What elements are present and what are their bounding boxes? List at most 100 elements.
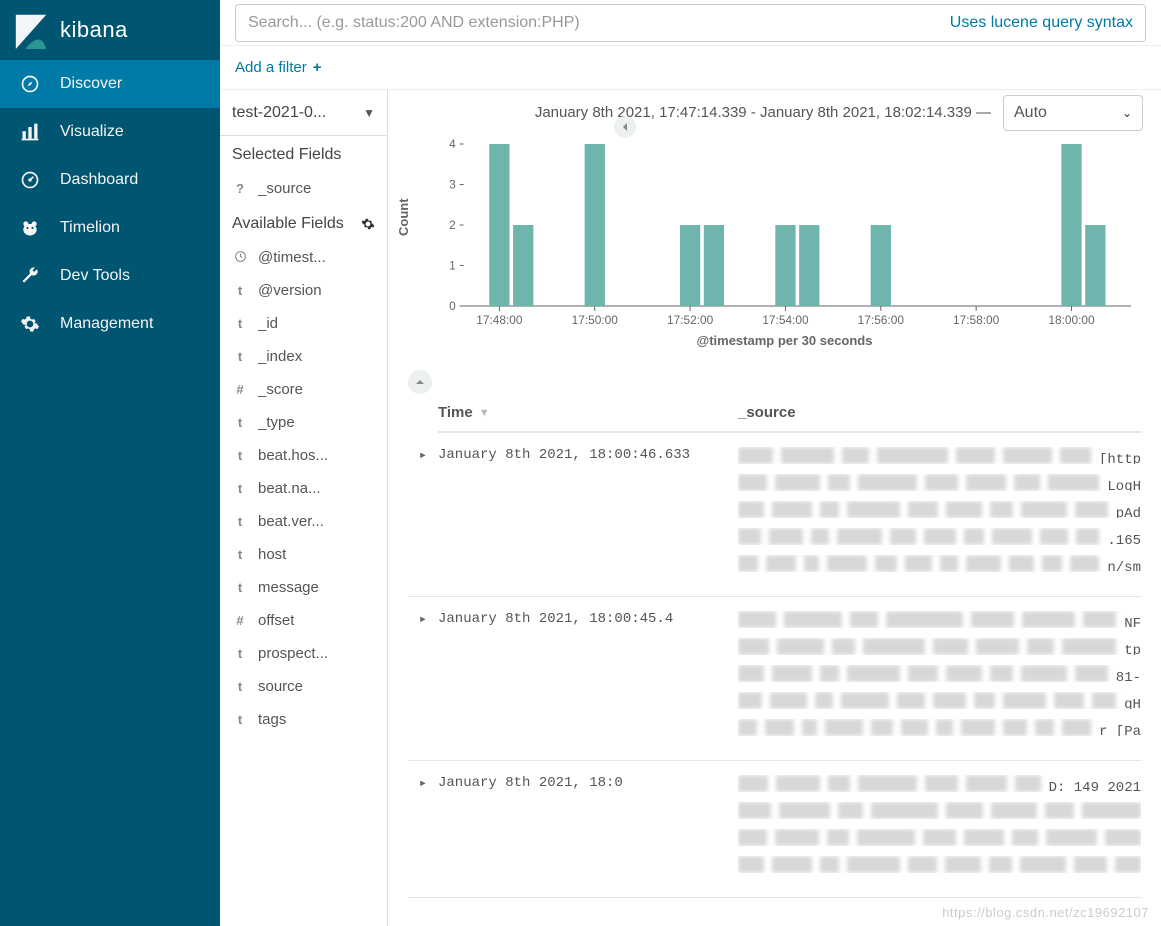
field-name: tags	[258, 711, 286, 728]
sidebar-item-timelion[interactable]: Timelion	[0, 204, 220, 252]
logo-area: kibana	[0, 0, 220, 60]
histogram-chart[interactable]: Count 0123417:48:0017:50:0017:52:0017:54…	[388, 136, 1161, 366]
sidebar-item-dev-tools[interactable]: Dev Tools	[0, 252, 220, 300]
sidebar-item-label: Management	[60, 315, 153, 333]
plus-icon: +	[313, 59, 322, 76]
field-item[interactable]: #_score	[220, 373, 387, 406]
field-item[interactable]: tsource	[220, 670, 387, 703]
field-item[interactable]: t_id	[220, 307, 387, 340]
row-source: NFtp81-gHr [Pa	[738, 611, 1141, 746]
field-name: _source	[258, 180, 311, 197]
field-type-icon: t	[232, 712, 248, 727]
gear-icon	[20, 314, 40, 334]
watermark-text: https://blog.csdn.net/zc19692107	[942, 905, 1149, 920]
field-name: prospect...	[258, 645, 328, 662]
table-header: Time ▼ _source	[438, 394, 1141, 433]
row-source: D: 149 2021	[738, 775, 1141, 883]
svg-text:2: 2	[449, 218, 456, 232]
svg-text:17:48:00: 17:48:00	[476, 313, 523, 327]
field-item[interactable]: ?_source	[220, 172, 387, 205]
time-range-row: January 8th 2021, 17:47:14.339 - January…	[388, 90, 1161, 136]
field-item[interactable]: tbeat.na...	[220, 472, 387, 505]
field-type-icon: t	[232, 316, 248, 331]
sidebar-item-label: Discover	[60, 75, 122, 93]
sidebar-item-label: Visualize	[60, 123, 124, 141]
interval-select[interactable]: Auto ⌄	[1003, 95, 1143, 131]
field-type-icon: t	[232, 679, 248, 694]
field-name: _type	[258, 414, 295, 431]
field-type-icon: t	[232, 580, 248, 595]
row-time: January 8th 2021, 18:0	[438, 775, 738, 883]
field-item[interactable]: tmessage	[220, 571, 387, 604]
field-name: beat.na...	[258, 480, 321, 497]
column-source[interactable]: _source	[738, 404, 1141, 421]
y-axis-label: Count	[396, 198, 411, 236]
field-item[interactable]: tbeat.ver...	[220, 505, 387, 538]
expand-row-button[interactable]: ▸	[408, 611, 438, 746]
field-type-icon: t	[232, 448, 248, 463]
field-type-icon: t	[232, 646, 248, 661]
sidebar-item-label: Dev Tools	[60, 267, 130, 285]
field-name: beat.ver...	[258, 513, 324, 530]
svg-text:3: 3	[449, 177, 456, 191]
chevron-down-icon: ⌄	[1122, 106, 1132, 120]
results-panel: January 8th 2021, 17:47:14.339 - January…	[388, 90, 1161, 926]
time-range-text: January 8th 2021, 17:47:14.339 - January…	[535, 104, 991, 121]
available-fields-title: Available Fields	[232, 215, 344, 233]
index-pattern-selector[interactable]: test-2021-0... ▼	[220, 90, 387, 136]
row-time: January 8th 2021, 18:00:45.4	[438, 611, 738, 746]
app-name: kibana	[60, 17, 128, 43]
field-type-icon: t	[232, 349, 248, 364]
field-type-icon: t	[232, 547, 248, 562]
field-type-icon: t	[232, 283, 248, 298]
expand-row-button[interactable]: ▸	[408, 775, 438, 883]
row-source: [httpLogHpAd.165n/sm	[738, 447, 1141, 582]
field-item[interactable]: thost	[220, 538, 387, 571]
sidebar-item-label: Dashboard	[60, 171, 138, 189]
column-time[interactable]: Time ▼	[438, 404, 738, 421]
field-item[interactable]: t _type	[220, 406, 387, 439]
svg-text:17:54:00: 17:54:00	[762, 313, 809, 327]
caret-down-icon: ▼	[363, 106, 375, 120]
svg-text:0: 0	[449, 299, 456, 313]
lucene-syntax-link[interactable]: Uses lucene query syntax	[950, 14, 1133, 32]
bar-chart-icon	[20, 122, 40, 142]
sidebar-item-management[interactable]: Management	[0, 300, 220, 348]
table-row: ▸ January 8th 2021, 18:00:45.4 NFtp81-gH…	[408, 597, 1141, 761]
row-time: January 8th 2021, 18:00:46.633	[438, 447, 738, 582]
add-filter-button[interactable]: Add a filter +	[235, 59, 321, 76]
field-item[interactable]: #offset	[220, 604, 387, 637]
svg-text:17:50:00: 17:50:00	[572, 313, 619, 327]
compass-icon	[20, 74, 40, 94]
sidebar-item-dashboard[interactable]: Dashboard	[0, 156, 220, 204]
field-name: _index	[258, 348, 302, 365]
field-type-icon: t	[232, 415, 248, 430]
field-name: @timest...	[258, 249, 326, 266]
top-bar: Search... (e.g. status:200 AND extension…	[220, 0, 1161, 46]
expand-row-button[interactable]: ▸	[408, 447, 438, 582]
svg-text:1: 1	[449, 258, 456, 272]
field-item[interactable]: ttags	[220, 703, 387, 736]
svg-text:17:52:00: 17:52:00	[667, 313, 714, 327]
table-row: ▸ January 8th 2021, 18:00:46.633 [httpLo…	[408, 433, 1141, 597]
field-item[interactable]: t@version	[220, 274, 387, 307]
kibana-logo-icon	[12, 11, 50, 49]
column-source-label: _source	[738, 404, 796, 421]
field-item[interactable]: t _index	[220, 340, 387, 373]
gear-icon[interactable]	[361, 217, 375, 231]
bear-icon	[20, 218, 40, 238]
column-time-label: Time	[438, 404, 473, 421]
field-item[interactable]: tbeat.hos...	[220, 439, 387, 472]
sidebar: kibana Discover Visualize Dashboard Timelio…	[0, 0, 220, 926]
field-name: source	[258, 678, 303, 695]
collapse-chart-button[interactable]	[408, 370, 432, 394]
field-item[interactable]: t prospect...	[220, 637, 387, 670]
field-item[interactable]: @timest...	[220, 241, 387, 274]
sidebar-item-discover[interactable]: Discover	[0, 60, 220, 108]
search-input[interactable]: Search... (e.g. status:200 AND extension…	[235, 4, 1146, 42]
collapse-fields-button[interactable]	[614, 116, 636, 138]
filter-bar: Add a filter +	[220, 46, 1161, 90]
content-row: test-2021-0... ▼ Selected Fields ?_sourc…	[220, 90, 1161, 926]
sidebar-item-visualize[interactable]: Visualize	[0, 108, 220, 156]
svg-text:17:56:00: 17:56:00	[858, 313, 905, 327]
